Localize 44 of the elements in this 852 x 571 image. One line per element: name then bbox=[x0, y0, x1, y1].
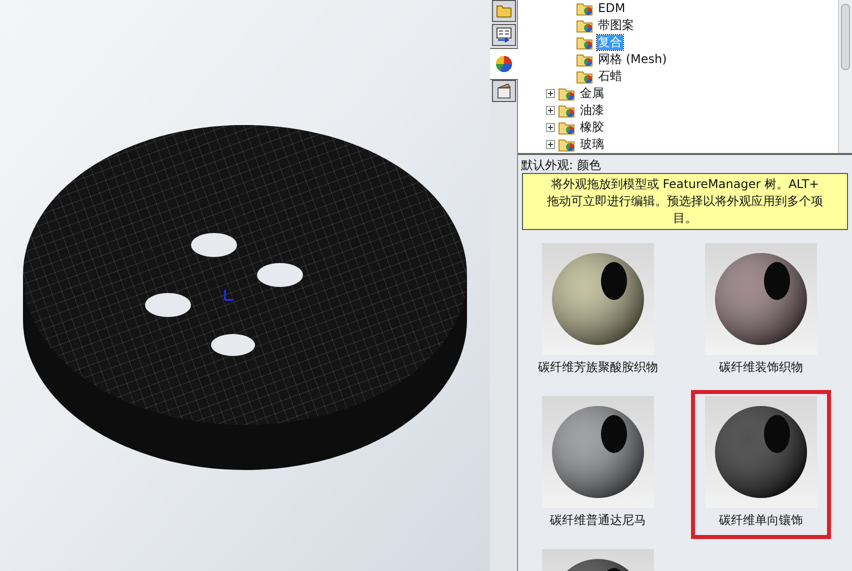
sphere-hole bbox=[764, 415, 790, 453]
folder-icon bbox=[576, 69, 594, 84]
folder-icon bbox=[496, 4, 512, 18]
folder-icon bbox=[576, 52, 594, 67]
material-label: 碳纤维装饰织物 bbox=[719, 359, 803, 376]
sphere-hole bbox=[601, 262, 627, 300]
folder-icon bbox=[558, 103, 576, 118]
folder-icon bbox=[558, 120, 576, 135]
folder-icon bbox=[576, 18, 594, 33]
tree-item[interactable]: 橡胶 bbox=[579, 120, 605, 135]
sphere-hole bbox=[601, 415, 627, 453]
material-label: 碳纤维单向镶饰 bbox=[719, 512, 803, 529]
folder-icon bbox=[576, 1, 594, 16]
folder-icon bbox=[576, 35, 594, 50]
expand-icon[interactable] bbox=[546, 123, 555, 132]
sphere-thumbnail[interactable] bbox=[705, 243, 817, 355]
scrollbar[interactable] bbox=[838, 0, 852, 153]
sphere-thumbnail[interactable] bbox=[542, 243, 654, 355]
default-appearance-label: 默认外观: 颜色 bbox=[520, 157, 602, 173]
material-label: 碳纤维芳族聚酸胺织物 bbox=[538, 359, 658, 376]
tree-item[interactable]: 玻璃 bbox=[579, 137, 605, 152]
tree-item[interactable]: 石蜡 bbox=[597, 69, 623, 84]
hint-tooltip: 将外观拖放到模型或 FeatureManager 树。ALT+ 拖动可立即进行编辑。预选择以将外观应用到多个项目。 bbox=[522, 173, 848, 230]
side-tab[interactable] bbox=[492, 24, 516, 46]
scene-icon bbox=[496, 83, 512, 99]
side-tab[interactable] bbox=[492, 0, 516, 22]
sphere-thumbnail[interactable] bbox=[542, 396, 654, 508]
side-tab[interactable] bbox=[492, 80, 516, 102]
tree-item[interactable]: 金属 bbox=[579, 86, 605, 101]
material-label: 碳纤维普通达尼马 bbox=[550, 512, 646, 529]
sphere-hole bbox=[764, 262, 790, 300]
expand-icon[interactable] bbox=[546, 106, 555, 115]
color-ball-icon bbox=[494, 55, 512, 73]
expand-icon[interactable] bbox=[546, 140, 555, 149]
folder-icon bbox=[558, 86, 576, 101]
tree-item[interactable]: EDM bbox=[597, 1, 626, 16]
tree-item[interactable]: 油漆 bbox=[579, 103, 605, 118]
tree-structure-icon bbox=[496, 27, 512, 43]
tree-item[interactable]: 带图案 bbox=[597, 18, 635, 33]
sphere-thumbnail[interactable] bbox=[705, 396, 817, 508]
tree-item[interactable]: 网格 (Mesh) bbox=[597, 52, 668, 67]
folder-icon bbox=[558, 137, 576, 152]
expand-icon[interactable] bbox=[546, 89, 555, 98]
side-tab[interactable] bbox=[490, 48, 518, 80]
